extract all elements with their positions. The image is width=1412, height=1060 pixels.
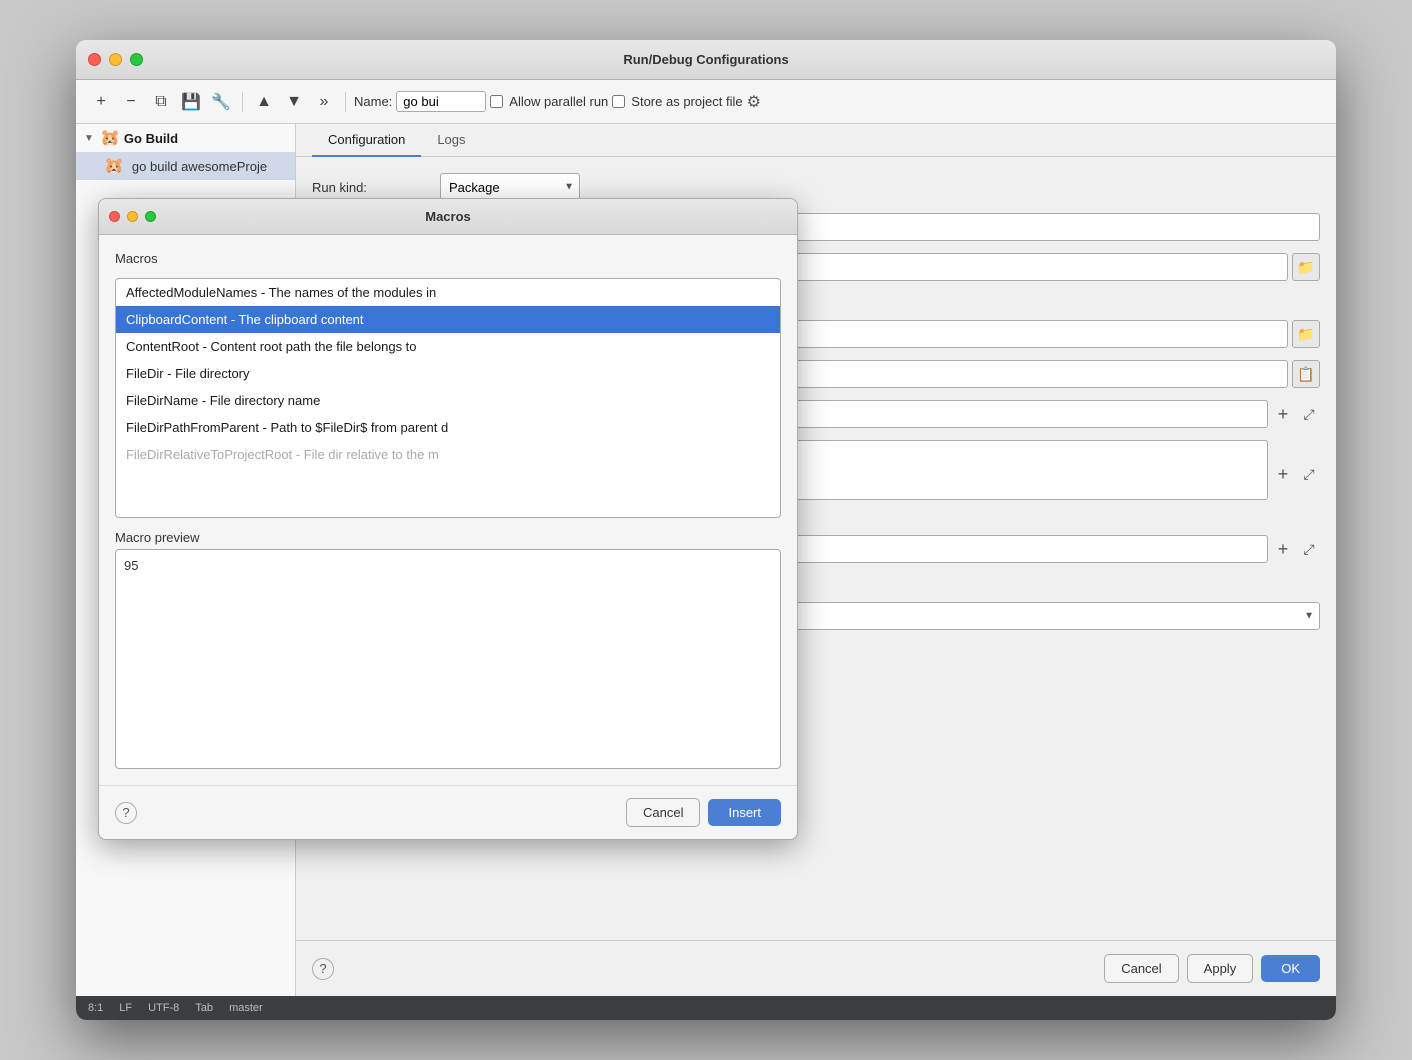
copy-button[interactable]: ⧉ xyxy=(148,89,174,115)
bottom-help: ? xyxy=(312,958,334,980)
macros-list[interactable]: AffectedModuleNames - The names of the m… xyxy=(115,278,781,518)
program-args-add-button[interactable]: + xyxy=(1272,538,1294,560)
working-dir-browse-button[interactable]: 📁 xyxy=(1292,320,1320,348)
main-cancel-button[interactable]: Cancel xyxy=(1104,954,1178,983)
macros-item-3[interactable]: FileDir - File directory xyxy=(116,360,780,387)
store-project-group: Store as project file xyxy=(612,94,742,109)
sidebar-gobuild-label: Go Build xyxy=(124,131,178,146)
main-apply-button[interactable]: Apply xyxy=(1187,954,1254,983)
allow-parallel-label[interactable]: Allow parallel run xyxy=(509,94,608,109)
settings-button[interactable]: 🔧 xyxy=(208,89,234,115)
more-actions-button[interactable]: » xyxy=(311,89,337,115)
name-input[interactable] xyxy=(396,91,486,112)
toolbar-separator xyxy=(242,92,243,112)
title-bar: Run/Debug Configurations xyxy=(76,40,1336,80)
macros-dialog: Macros Macros AffectedModuleNames - The … xyxy=(98,198,798,840)
tags-add-button[interactable]: + xyxy=(1272,463,1294,485)
status-branch: master xyxy=(229,1002,263,1014)
macros-title-bar: Macros xyxy=(99,199,797,235)
go-tool-args-add-button[interactable]: + xyxy=(1272,403,1294,425)
add-button[interactable]: + xyxy=(88,89,114,115)
status-bar: 8:1 LF UTF-8 Tab master xyxy=(76,996,1336,1020)
minimize-button[interactable] xyxy=(109,53,122,66)
macros-help-button[interactable]: ? xyxy=(115,802,137,824)
main-window: Run/Debug Configurations + − ⧉ 💾 🔧 ▲ ▼ »… xyxy=(76,40,1336,1020)
tab-logs[interactable]: Logs xyxy=(421,124,481,157)
macro-preview-box: 95 xyxy=(115,549,781,769)
tree-expand-icon: ▼ xyxy=(84,133,96,144)
gobuild-item-icon: 🐹 xyxy=(104,156,124,176)
move-down-button[interactable]: ▼ xyxy=(281,89,307,115)
store-project-checkbox[interactable] xyxy=(612,95,625,108)
allow-parallel-checkbox[interactable] xyxy=(490,95,503,108)
tab-configuration[interactable]: Configuration xyxy=(312,124,421,157)
macro-preview-section: Macro preview 95 xyxy=(115,530,781,769)
status-encoding: UTF-8 xyxy=(148,1002,179,1014)
macros-minimize-button[interactable] xyxy=(127,211,138,222)
main-ok-button[interactable]: OK xyxy=(1261,955,1320,982)
macros-title-text: Macros xyxy=(425,209,471,224)
save-button[interactable]: 💾 xyxy=(178,89,204,115)
macros-content: Macros AffectedModuleNames - The names o… xyxy=(99,235,797,785)
sidebar-gobuild-item-label: go build awesomeProje xyxy=(132,159,267,174)
macros-bottom-bar: ? Cancel Insert xyxy=(99,785,797,839)
macros-close-button[interactable] xyxy=(109,211,120,222)
macros-item-0[interactable]: AffectedModuleNames - The names of the m… xyxy=(116,279,780,306)
store-project-label[interactable]: Store as project file xyxy=(631,94,742,109)
name-label: Name: xyxy=(354,94,392,109)
sidebar-item-gobuild-item[interactable]: 🐹 go build awesomeProje xyxy=(76,152,295,180)
status-position: 8:1 xyxy=(88,1002,103,1014)
output-dir-browse-button[interactable]: 📁 xyxy=(1292,253,1320,281)
toolbar: + − ⧉ 💾 🔧 ▲ ▼ » Name: Allow parallel run… xyxy=(76,80,1336,124)
macros-item-5[interactable]: FileDirPathFromParent - Path to $FileDir… xyxy=(116,414,780,441)
env-browse-button[interactable]: 📋 xyxy=(1292,360,1320,388)
status-line-ending: LF xyxy=(119,1002,132,1014)
window-controls xyxy=(88,53,143,66)
macros-insert-button[interactable]: Insert xyxy=(708,799,781,826)
sidebar-item-gobuild-group[interactable]: ▼ 🐹 Go Build xyxy=(76,124,295,152)
run-kind-label: Run kind: xyxy=(312,180,432,195)
status-indent: Tab xyxy=(195,1002,213,1014)
gobuild-icon: 🐹 xyxy=(100,128,120,148)
window-title: Run/Debug Configurations xyxy=(623,52,788,67)
macros-section-label: Macros xyxy=(115,251,781,266)
go-tool-args-expand-button[interactable]: ⤢ xyxy=(1298,403,1320,425)
macro-preview-value: 95 xyxy=(124,558,138,573)
main-help-button[interactable]: ? xyxy=(312,958,334,980)
maximize-button[interactable] xyxy=(130,53,143,66)
move-up-button[interactable]: ▲ xyxy=(251,89,277,115)
allow-parallel-group: Allow parallel run xyxy=(490,94,608,109)
bottom-bar: ? Cancel Apply OK xyxy=(296,940,1336,996)
run-kind-select[interactable]: Package xyxy=(440,173,580,201)
macros-cancel-button[interactable]: Cancel xyxy=(626,798,700,827)
toolbar-separator-2 xyxy=(345,92,346,112)
close-button[interactable] xyxy=(88,53,101,66)
macros-item-6[interactable]: FileDirRelativeToProjectRoot - File dir … xyxy=(116,441,780,468)
macro-preview-label: Macro preview xyxy=(115,530,781,545)
macros-item-4[interactable]: FileDirName - File directory name xyxy=(116,387,780,414)
program-args-expand-button[interactable]: ⤢ xyxy=(1298,538,1320,560)
store-gear-icon[interactable]: ⚙ xyxy=(747,92,761,112)
run-kind-wrapper: Package ▼ xyxy=(440,173,580,201)
remove-button[interactable]: − xyxy=(118,89,144,115)
run-kind-row: Run kind: Package ▼ xyxy=(312,173,1320,201)
macros-item-1[interactable]: ClipboardContent - The clipboard content xyxy=(116,306,780,333)
tabs: Configuration Logs xyxy=(296,124,1336,157)
macros-item-2[interactable]: ContentRoot - Content root path the file… xyxy=(116,333,780,360)
macros-maximize-button[interactable] xyxy=(145,211,156,222)
macros-help: ? xyxy=(115,802,137,824)
tags-expand-button[interactable]: ⤢ xyxy=(1298,463,1320,485)
macros-window-controls xyxy=(109,211,156,222)
